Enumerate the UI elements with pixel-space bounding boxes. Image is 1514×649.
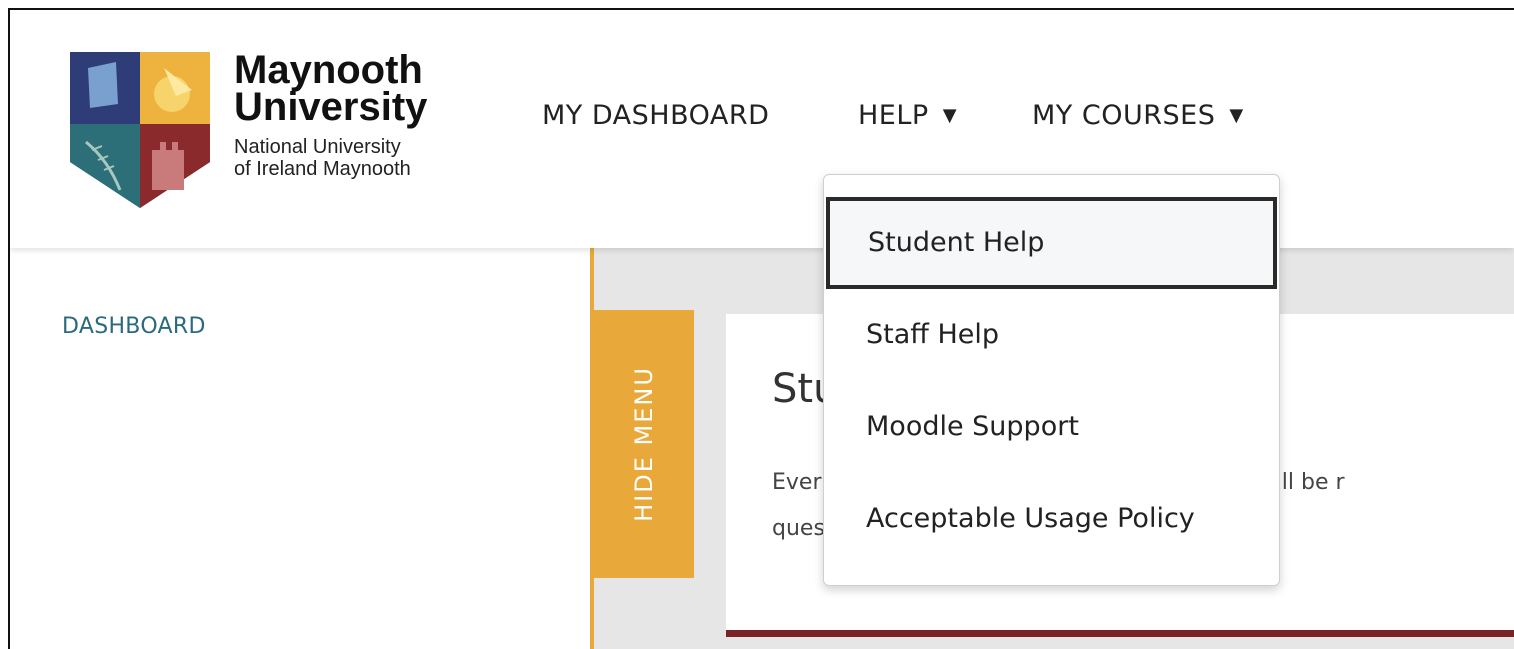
menu-item-moodle-support[interactable]: Moodle Support — [824, 381, 1279, 473]
menu-item-label: Student Help — [868, 227, 1045, 258]
menu-item-label: Staff Help — [866, 319, 1000, 350]
nav-my-dashboard[interactable]: MY DASHBOARD — [542, 100, 769, 131]
logo-name-line1: Maynooth — [234, 48, 423, 92]
menu-item-student-help[interactable]: Student Help — [826, 197, 1277, 289]
logo-sub-line2: of Ireland Maynooth — [234, 158, 411, 180]
menu-item-acceptable-usage-policy[interactable]: Acceptable Usage Policy — [824, 473, 1279, 565]
logo-sub-line1: National University — [234, 136, 401, 158]
top-navbar: Maynooth University National University … — [10, 10, 1514, 248]
menu-item-label: Moodle Support — [866, 411, 1079, 442]
hide-menu-label: HIDE MENU — [630, 366, 658, 522]
nav-help-toggle[interactable]: HELP ▼ — [858, 100, 957, 131]
menu-item-label: Acceptable Usage Policy — [866, 503, 1195, 534]
nav-help-label: HELP — [858, 100, 929, 131]
university-logo[interactable]: Maynooth University National University … — [68, 50, 427, 214]
menu-item-staff-help[interactable]: Staff Help — [824, 289, 1279, 381]
logo-wordmark: Maynooth University — [234, 48, 474, 129]
logo-subtitle: National University of Ireland Maynooth — [234, 136, 474, 180]
help-dropdown-menu: Student Help Staff Help Moodle Support A… — [823, 174, 1280, 586]
crest-icon — [70, 52, 210, 208]
sidebar-dashboard-link[interactable]: DASHBOARD — [62, 314, 206, 339]
nav-my-dashboard-label: MY DASHBOARD — [542, 100, 770, 131]
page-frame: Maynooth University National University … — [8, 8, 1514, 649]
caret-down-icon: ▼ — [1229, 105, 1244, 126]
nav-my-courses-toggle[interactable]: MY COURSES ▼ — [1032, 100, 1244, 131]
caret-down-icon: ▼ — [942, 105, 958, 126]
nav-my-courses-label: MY COURSES — [1032, 100, 1216, 131]
logo-name-line2: University — [234, 85, 428, 129]
hide-menu-button[interactable]: HIDE MENU — [594, 310, 694, 578]
sidebar: DASHBOARD — [10, 248, 592, 649]
